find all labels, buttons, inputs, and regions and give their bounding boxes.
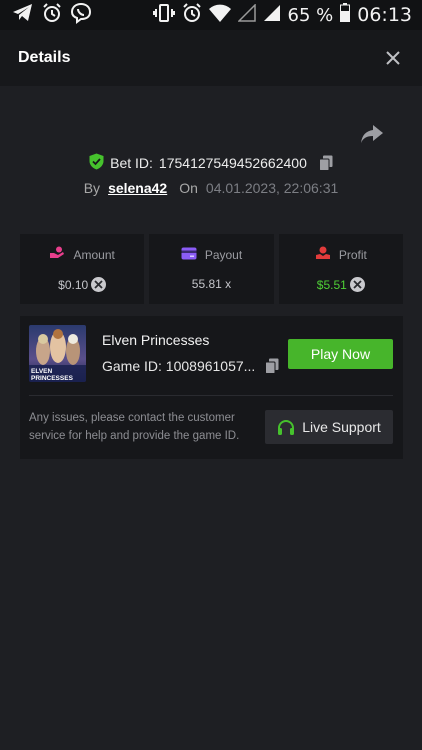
amount-icon xyxy=(49,246,65,263)
share-icon xyxy=(361,125,383,143)
game-name: Elven Princesses xyxy=(102,332,210,348)
game-thumbnail[interactable]: ELVEN PRINCESSES xyxy=(29,325,86,382)
bet-id-row: Bet ID: 1754127549452662400 xyxy=(0,153,422,173)
profit-label: Profit xyxy=(338,247,367,262)
currency-x-icon xyxy=(91,277,107,292)
headset-icon xyxy=(277,419,295,436)
amount-label: Amount xyxy=(73,247,115,262)
profit-stat: Profit $5.51 xyxy=(278,234,403,304)
copy-bet-id-button[interactable] xyxy=(318,155,333,171)
currency-x-icon xyxy=(349,277,365,292)
game-id-row: Game ID: 1008961057... xyxy=(102,358,279,374)
game-id: Game ID: 1008961057... xyxy=(102,358,256,374)
battery-icon xyxy=(340,3,351,27)
amount-stat: Amount $0.10 xyxy=(20,234,145,304)
play-now-button[interactable]: Play Now xyxy=(288,339,393,369)
payout-stat: Payout 55.81 x xyxy=(149,234,274,304)
bet-id-label: Bet ID: xyxy=(110,155,153,171)
live-support-label: Live Support xyxy=(302,419,381,435)
on-label: On xyxy=(179,180,198,196)
vibrate-icon xyxy=(152,3,175,27)
verified-shield-icon xyxy=(89,153,104,173)
payout-value: 55.81 x xyxy=(191,277,232,291)
thumbnail-title: ELVEN PRINCESSES xyxy=(31,368,73,382)
alarm-icon xyxy=(42,2,62,28)
alarm-icon xyxy=(182,2,202,28)
bet-stats: Amount $0.10 Payout 55.81 x Profit $5.51 xyxy=(20,234,403,304)
page-title: Details xyxy=(18,49,71,66)
clock: 06:13 xyxy=(357,4,412,26)
signal-icon xyxy=(236,2,256,27)
profit-value: $5.51 xyxy=(316,277,347,292)
game-card: ELVEN PRINCESSES Elven Princesses Game I… xyxy=(20,316,403,459)
battery-percent: 65 % xyxy=(287,4,334,26)
status-bar: 65 % 06:13 xyxy=(0,0,422,30)
divider xyxy=(29,395,393,396)
live-support-button[interactable]: Live Support xyxy=(265,410,393,444)
amount-value: $0.10 xyxy=(58,277,89,292)
details-header: Details xyxy=(0,30,422,86)
bet-meta-row: By selena42 On 04.01.2023, 22:06:31 xyxy=(0,180,422,196)
wifi-icon xyxy=(208,4,231,27)
viber-icon xyxy=(70,2,92,29)
signal-icon xyxy=(263,4,281,27)
profit-icon xyxy=(315,246,331,263)
telegram-icon xyxy=(12,3,34,28)
copy-icon xyxy=(318,155,333,171)
bet-date: 04.01.2023, 22:06:31 xyxy=(205,180,339,196)
payout-label: Payout xyxy=(204,248,243,262)
close-button[interactable] xyxy=(382,47,404,69)
close-icon xyxy=(386,51,400,65)
username-link[interactable]: selena42 xyxy=(108,180,167,196)
bet-id-value: 1754127549452662400 xyxy=(158,155,307,171)
payout-card-icon xyxy=(181,247,197,263)
by-label: By xyxy=(83,180,101,196)
support-message: Any issues, please contact the customer … xyxy=(29,412,240,442)
copy-icon xyxy=(265,358,279,374)
copy-game-id-button[interactable] xyxy=(265,358,279,374)
share-button[interactable] xyxy=(360,124,384,146)
